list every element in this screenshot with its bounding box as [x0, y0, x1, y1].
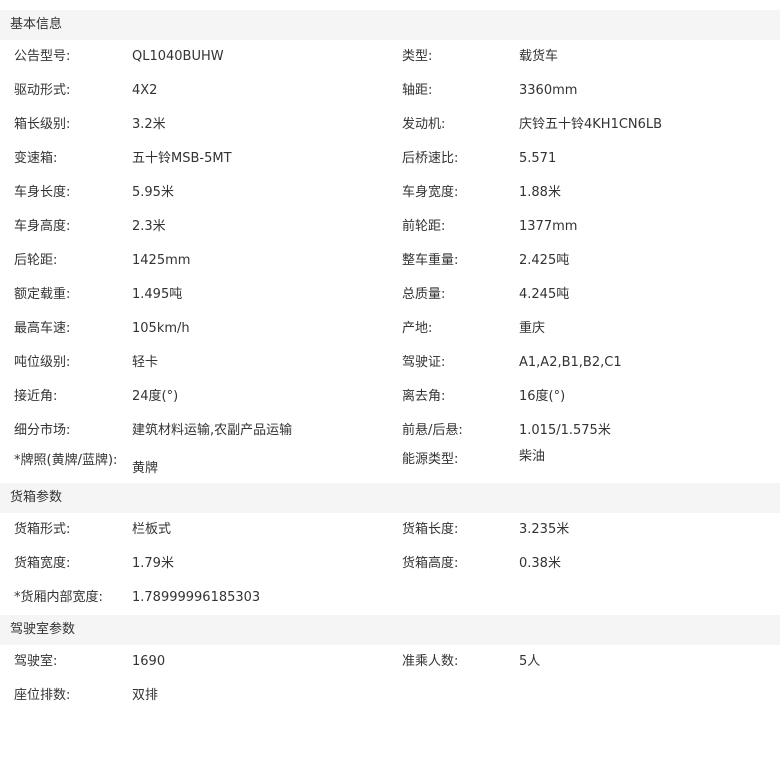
spec-row: 箱长级别: 3.2米 发动机: 庆铃五十铃4KH1CN6LB	[0, 108, 780, 142]
spec-value: 1690	[132, 654, 166, 669]
spec-value: 1.88米	[519, 185, 561, 200]
spec-label: *牌照(黄牌/蓝牌):	[14, 453, 118, 468]
spec-row: 细分市场: 建筑材料运输,农副产品运输 前悬/后悬: 1.015/1.575米	[0, 414, 780, 448]
spec-row: 驾驶室: 1690 准乘人数: 5人	[0, 645, 780, 679]
cab-table: 驾驶室: 1690 准乘人数: 5人座位排数: 双排	[0, 645, 780, 713]
spec-label: 轴距:	[402, 83, 433, 98]
spec-value: 载货车	[519, 49, 559, 64]
spec-value: 5.95米	[132, 185, 174, 200]
spec-label: 准乘人数:	[402, 654, 459, 669]
spec-value: 柴油	[519, 449, 546, 464]
spec-label: *货厢内部宽度:	[14, 590, 103, 605]
spec-label: 接近角:	[14, 389, 58, 404]
spec-label: 驱动形式:	[14, 83, 71, 98]
spec-label: 货箱宽度:	[14, 556, 71, 571]
spec-value: 五十铃MSB-5MT	[132, 151, 232, 166]
spec-row: 货箱形式: 栏板式 货箱长度: 3.235米	[0, 513, 780, 547]
spec-label: 驾驶证:	[402, 355, 446, 370]
spec-label: 最高车速:	[14, 321, 71, 336]
spec-label: 座位排数:	[14, 688, 71, 703]
spec-value: 5人	[519, 654, 541, 669]
spec-value: 1.79米	[132, 556, 174, 571]
section-header-cab: 驾驶室参数	[0, 615, 780, 645]
spec-row: 吨位级别: 轻卡 驾驶证: A1,A2,B1,B2,C1	[0, 346, 780, 380]
spec-value: 黄牌	[132, 461, 159, 476]
spec-row: *货厢内部宽度: 1.78999996185303	[0, 581, 780, 615]
spec-label: 后轮距:	[14, 253, 58, 268]
spec-row: 额定载重: 1.495吨 总质量: 4.245吨	[0, 278, 780, 312]
spec-value: 3.235米	[519, 522, 570, 537]
spec-value	[519, 581, 780, 615]
spec-value: 24度(°)	[132, 389, 179, 404]
spec-label: 公告型号:	[14, 49, 71, 64]
spec-label	[402, 679, 519, 713]
spec-value: 1.78999996185303	[132, 590, 261, 605]
spec-label: 能源类型:	[402, 452, 459, 467]
section-header-basic-info: 基本信息	[0, 10, 780, 40]
spec-value: A1,A2,B1,B2,C1	[519, 355, 622, 370]
spec-label: 前轮距:	[402, 219, 446, 234]
spec-value: 3360mm	[519, 83, 578, 98]
spec-value: 双排	[132, 688, 159, 703]
spec-label: 车身长度:	[14, 185, 71, 200]
spec-value: 1.015/1.575米	[519, 423, 611, 438]
spec-label: 货箱形式:	[14, 522, 71, 537]
spec-label: 类型:	[402, 49, 433, 64]
spec-row: 后轮距: 1425mm 整车重量: 2.425吨	[0, 244, 780, 278]
spec-value: 庆铃五十铃4KH1CN6LB	[519, 117, 663, 132]
spec-label	[402, 581, 519, 615]
spec-value: 3.2米	[132, 117, 166, 132]
spec-sheet: 基本信息 公告型号: QL1040BUHW 类型: 载货车驱动形式: 4X2 轴距: 336…	[0, 10, 780, 713]
spec-label: 吨位级别:	[14, 355, 71, 370]
spec-value: 重庆	[519, 321, 546, 336]
cargo-box-table: 货箱形式: 栏板式 货箱长度: 3.235米货箱宽度: 1.79米 货箱高度: 0.38米 *…	[0, 513, 780, 615]
spec-row: 公告型号: QL1040BUHW 类型: 载货车	[0, 40, 780, 74]
spec-label: 产地:	[402, 321, 433, 336]
spec-value: 2.425吨	[519, 253, 570, 268]
basic-info-table: 公告型号: QL1040BUHW 类型: 载货车驱动形式: 4X2 轴距: 3360mm 箱长…	[0, 40, 780, 483]
spec-label: 细分市场:	[14, 423, 71, 438]
spec-row: 车身长度: 5.95米 车身宽度: 1.88米	[0, 176, 780, 210]
spec-row: 最高车速: 105km/h 产地: 重庆	[0, 312, 780, 346]
spec-label: 货箱高度:	[402, 556, 459, 571]
spec-label: 箱长级别:	[14, 117, 71, 132]
spec-row: 座位排数: 双排	[0, 679, 780, 713]
spec-row: 货箱宽度: 1.79米 货箱高度: 0.38米	[0, 547, 780, 581]
spec-value: 栏板式	[132, 522, 172, 537]
spec-label: 车身宽度:	[402, 185, 459, 200]
spec-label: 发动机:	[402, 117, 446, 132]
spec-value: 1425mm	[132, 253, 191, 268]
spec-value: 16度(°)	[519, 389, 566, 404]
spec-value: 1.495吨	[132, 287, 183, 302]
spec-label: 车身高度:	[14, 219, 71, 234]
spec-row: 车身高度: 2.3米 前轮距: 1377mm	[0, 210, 780, 244]
section-header-cargo-box: 货箱参数	[0, 483, 780, 513]
spec-value: 轻卡	[132, 355, 159, 370]
spec-value: 4X2	[132, 83, 158, 98]
spec-value: 2.3米	[132, 219, 166, 234]
spec-label: 总质量:	[402, 287, 446, 302]
spec-value: 建筑材料运输,农副产品运输	[132, 423, 293, 438]
spec-label: 整车重量:	[402, 253, 459, 268]
spec-value: 5.571	[519, 151, 557, 166]
spec-label: 前悬/后悬:	[402, 423, 463, 438]
spec-row: *牌照(黄牌/蓝牌): 黄牌 能源类型: 柴油	[0, 448, 780, 483]
spec-label: 离去角:	[402, 389, 446, 404]
spec-label: 驾驶室:	[14, 654, 58, 669]
spec-value: 4.245吨	[519, 287, 570, 302]
spec-value: 1377mm	[519, 219, 578, 234]
spec-row: 接近角: 24度(°) 离去角: 16度(°)	[0, 380, 780, 414]
spec-label: 变速箱:	[14, 151, 58, 166]
spec-value: 105km/h	[132, 321, 190, 336]
spec-label: 货箱长度:	[402, 522, 459, 537]
spec-row: 变速箱: 五十铃MSB-5MT 后桥速比: 5.571	[0, 142, 780, 176]
spec-label: 后桥速比:	[402, 151, 459, 166]
spec-value: QL1040BUHW	[132, 49, 224, 64]
spec-row: 驱动形式: 4X2 轴距: 3360mm	[0, 74, 780, 108]
spec-label: 额定载重:	[14, 287, 71, 302]
spec-value: 0.38米	[519, 556, 561, 571]
spec-value	[519, 679, 780, 713]
